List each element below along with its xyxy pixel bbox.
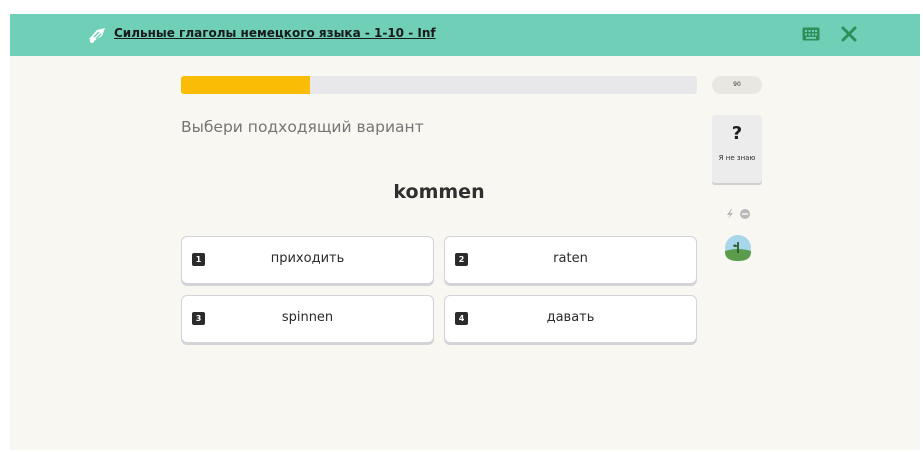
target-word: kommen xyxy=(393,181,485,203)
status-icons xyxy=(727,209,750,219)
question-mark-icon: ? xyxy=(731,123,743,144)
answer-option-2[interactable]: 2 raten xyxy=(444,236,697,284)
course-title-link[interactable]: Сильные глаголы немецкого языка - 1-10 -… xyxy=(114,26,436,40)
plant-avatar-icon xyxy=(725,235,751,261)
dont-know-button[interactable]: ? Я не знаю xyxy=(712,115,762,183)
option-text: давать xyxy=(546,310,595,325)
learning-session: Сильные глаголы немецкого языка - 1-10 -… xyxy=(10,14,920,450)
option-key-badge: 2 xyxy=(455,253,468,266)
answer-option-1[interactable]: 1 приходить xyxy=(181,236,434,284)
answer-option-4[interactable]: 4 давать xyxy=(444,295,697,343)
minus-circle-icon xyxy=(740,209,750,219)
option-text: приходить xyxy=(270,251,345,266)
bee-logo-icon xyxy=(89,28,105,43)
progress-bar xyxy=(181,76,697,94)
lightning-icon xyxy=(727,209,733,219)
points-counter: 90 xyxy=(712,76,762,94)
option-key-badge: 1 xyxy=(192,253,205,266)
top-bar: Сильные глаголы немецкого языка - 1-10 -… xyxy=(10,14,920,56)
progress-bar-fill xyxy=(181,76,310,94)
option-key-badge: 4 xyxy=(455,312,468,325)
task-prompt: Выбери подходящий вариант xyxy=(181,118,424,136)
answer-option-3[interactable]: 3 spinnen xyxy=(181,295,434,343)
dont-know-label: Я не знаю xyxy=(718,154,756,162)
option-key-badge: 3 xyxy=(192,312,205,325)
close-icon[interactable] xyxy=(840,25,858,43)
option-text: spinnen xyxy=(281,310,334,325)
option-text: raten xyxy=(553,251,588,266)
keyboard-icon[interactable] xyxy=(802,27,820,41)
